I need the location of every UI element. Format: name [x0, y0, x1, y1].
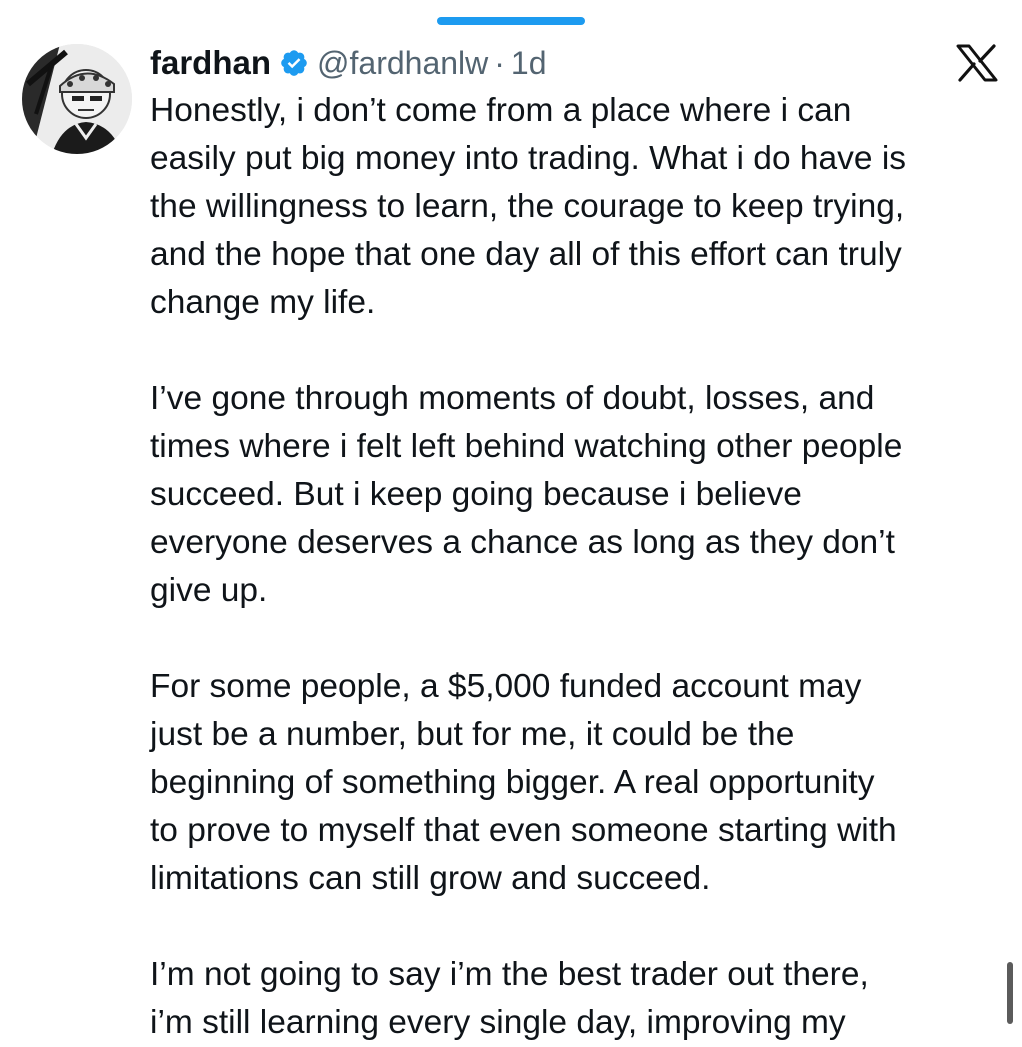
- text-line: give up.: [150, 572, 268, 609]
- text-line: to prove to myself that even someone sta…: [150, 812, 897, 849]
- scrollbar-thumb[interactable]: [1007, 962, 1013, 1024]
- text-line: and the hope that one day all of this ef…: [150, 236, 902, 273]
- verified-badge-icon[interactable]: [279, 48, 309, 78]
- text-line: I’ve gone through moments of doubt, loss…: [150, 380, 875, 417]
- paragraph: For some people, a $5,000 funded account…: [150, 663, 1010, 903]
- text-line: the willingness to learn, the courage to…: [150, 188, 905, 225]
- separator-dot: ·: [494, 44, 505, 81]
- tweet-text: Honestly, i don’t come from a place wher…: [150, 87, 1010, 1047]
- text-line: i’m still learning every single day, imp…: [150, 1004, 846, 1041]
- user-handle[interactable]: @fardhanlw: [317, 45, 488, 82]
- x-logo-icon: [955, 43, 999, 83]
- avatar[interactable]: [22, 44, 132, 154]
- paragraph: I’ve gone through moments of doubt, loss…: [150, 375, 1010, 615]
- display-name[interactable]: fardhan: [150, 44, 271, 82]
- tweet-header: fardhan @fardhanlw · 1d: [150, 40, 547, 86]
- avatar-illustration: [22, 44, 132, 154]
- text-line: times where i felt left behind watching …: [150, 428, 903, 465]
- text-line: just be a number, but for me, it could b…: [150, 716, 795, 753]
- paragraph: Honestly, i don’t come from a place wher…: [150, 87, 1010, 327]
- post-time[interactable]: 1d: [511, 45, 547, 82]
- text-line: I’m not going to say i’m the best trader…: [150, 956, 869, 993]
- paragraph: I’m not going to say i’m the best trader…: [150, 951, 1010, 1047]
- text-line: change my life.: [150, 284, 376, 321]
- text-line: succeed. But i keep going because i beli…: [150, 476, 802, 513]
- text-line: For some people, a $5,000 funded account…: [150, 668, 862, 705]
- text-line: Honestly, i don’t come from a place wher…: [150, 92, 852, 129]
- text-line: limitations can still grow and succeed.: [150, 860, 711, 897]
- sheet-drag-handle[interactable]: [437, 17, 585, 25]
- text-line: easily put big money into trading. What …: [150, 140, 907, 177]
- text-line: beginning of something bigger. A real op…: [150, 764, 875, 801]
- text-line: everyone deserves a chance as long as th…: [150, 524, 895, 561]
